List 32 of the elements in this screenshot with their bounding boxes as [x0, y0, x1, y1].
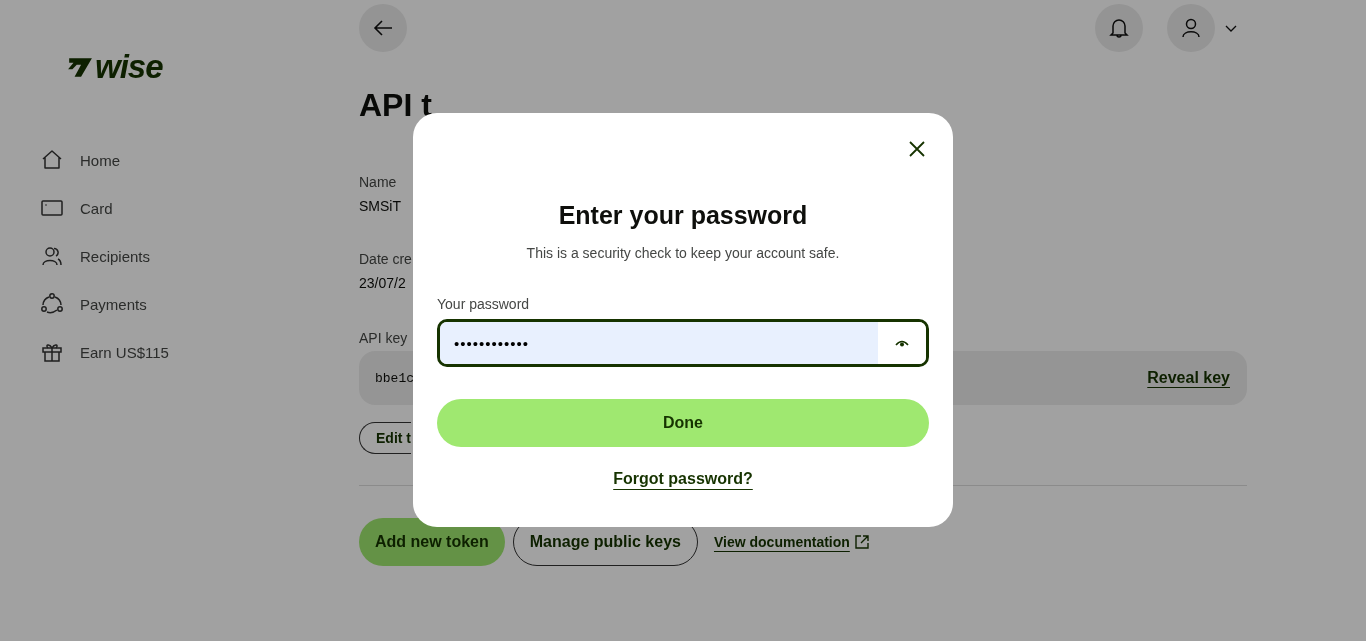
api-key-value: bbe1c — [375, 370, 414, 386]
dialog-subtitle: This is a security check to keep your account safe. — [525, 244, 841, 263]
logo-text: wise — [95, 50, 163, 84]
field-label: Name — [359, 173, 397, 192]
back-button[interactable] — [359, 4, 407, 52]
field-label: Your password — [437, 295, 531, 314]
nav-item[interactable]: Payments — [40, 280, 351, 328]
home-icon — [40, 148, 64, 172]
profile-button[interactable] — [1167, 4, 1215, 52]
nav-item[interactable]: Earn US$115 — [40, 328, 351, 376]
logo-icon — [67, 56, 93, 78]
password-field[interactable]: •••••••••••• — [437, 319, 929, 367]
notifications-button[interactable] — [1095, 4, 1143, 52]
external-link-icon — [853, 534, 870, 550]
dialog-title: Enter your password — [557, 200, 809, 231]
documentation-link[interactable]: View documentation — [713, 534, 870, 550]
nav-item[interactable]: Recipients — [40, 232, 351, 280]
field-value: SMSiT — [359, 197, 401, 216]
edit-button[interactable]: Edit t — [359, 422, 411, 454]
nav-item[interactable]: Home — [40, 136, 351, 184]
field-label: Date cre — [359, 250, 412, 269]
reveal-key-link[interactable]: Reveal key — [1147, 369, 1230, 387]
field-value: 23/07/2 — [359, 274, 406, 293]
forgot-password-link[interactable]: Forgot password? — [613, 470, 753, 488]
done-button[interactable]: Done — [437, 399, 929, 447]
field-label: API key — [359, 329, 408, 348]
payments-icon — [40, 292, 64, 316]
eye-icon — [894, 338, 910, 348]
people-icon — [40, 244, 64, 268]
nav-item[interactable]: Card — [40, 184, 351, 232]
user-icon — [1179, 16, 1203, 40]
bell-icon — [1107, 16, 1131, 40]
